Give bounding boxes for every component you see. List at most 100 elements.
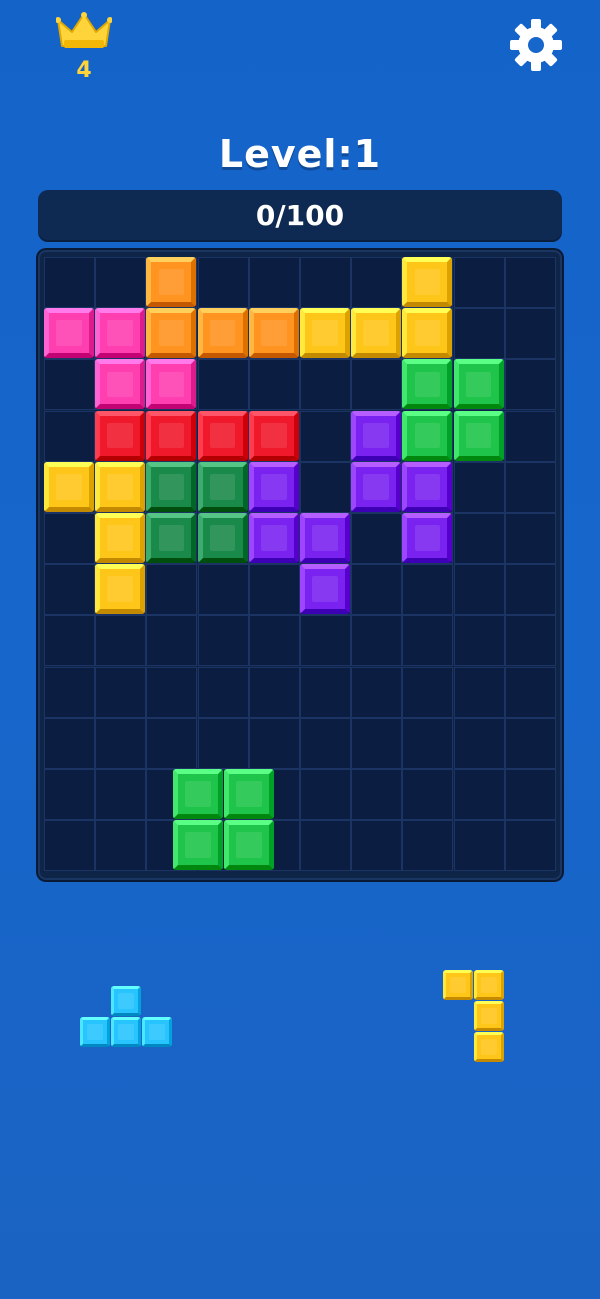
board-cell[interactable] — [300, 359, 351, 411]
board-cell[interactable] — [197, 564, 249, 616]
board-cell[interactable] — [351, 769, 403, 820]
board-cell[interactable] — [146, 615, 198, 667]
board-cell[interactable] — [402, 666, 454, 718]
board-block-dark-green — [197, 513, 248, 563]
dragging-piece-block[interactable] — [173, 769, 223, 819]
board-cell[interactable] — [248, 257, 300, 308]
board-cell[interactable] — [248, 717, 300, 769]
board-block-green — [402, 359, 453, 410]
board-block-purple — [351, 461, 402, 512]
board-cell[interactable] — [504, 410, 556, 462]
board-cell[interactable] — [402, 564, 454, 616]
board-cell[interactable] — [95, 666, 147, 718]
board-cell[interactable] — [248, 359, 300, 411]
board-block-orange — [248, 308, 299, 359]
board-cell[interactable] — [95, 769, 147, 820]
dragging-piece-block[interactable] — [173, 820, 223, 870]
board-cell[interactable] — [504, 717, 556, 769]
settings-button[interactable] — [510, 19, 562, 71]
board-block-dark-green — [197, 461, 248, 512]
board-cell[interactable] — [300, 769, 351, 820]
board-cell[interactable] — [248, 666, 300, 718]
board-cell[interactable] — [95, 820, 147, 872]
board-cell[interactable] — [44, 564, 95, 616]
board-cell[interactable] — [504, 615, 556, 667]
board-cell[interactable] — [453, 257, 505, 308]
board-cell[interactable] — [44, 615, 95, 667]
yellow-j-piece-block[interactable] — [474, 1032, 504, 1062]
board-cell[interactable] — [504, 513, 556, 564]
board-cell[interactable] — [453, 769, 505, 820]
board-cell[interactable] — [453, 461, 505, 513]
board-cell[interactable] — [95, 615, 147, 667]
game-board[interactable] — [38, 250, 562, 880]
board-cell[interactable] — [351, 513, 403, 564]
board-cell[interactable] — [351, 564, 403, 616]
board-cell[interactable] — [453, 513, 505, 564]
board-cell[interactable] — [504, 257, 556, 308]
board-cell[interactable] — [300, 461, 351, 513]
yellow-j-piece-block[interactable] — [474, 1001, 504, 1031]
board-cell[interactable] — [351, 615, 403, 667]
dragging-piece-block[interactable] — [224, 769, 274, 819]
board-cell[interactable] — [300, 820, 351, 872]
yellow-j-piece-block[interactable] — [474, 970, 504, 1000]
board-cell[interactable] — [402, 615, 454, 667]
board-cell[interactable] — [351, 257, 403, 308]
board-cell[interactable] — [351, 666, 403, 718]
board-cell[interactable] — [504, 359, 556, 411]
board-cell[interactable] — [402, 769, 454, 820]
board-cell[interactable] — [44, 513, 95, 564]
board-cell[interactable] — [504, 820, 556, 872]
board-cell[interactable] — [197, 257, 249, 308]
board-cell[interactable] — [351, 359, 403, 411]
board-cell[interactable] — [44, 666, 95, 718]
board-block-pink — [44, 308, 94, 359]
board-cell[interactable] — [300, 717, 351, 769]
board-cell[interactable] — [504, 666, 556, 718]
board-cell[interactable] — [402, 820, 454, 872]
board-cell[interactable] — [197, 666, 249, 718]
board-cell[interactable] — [504, 461, 556, 513]
cyan-t-piece-block[interactable] — [80, 1017, 110, 1047]
board-cell[interactable] — [453, 615, 505, 667]
board-cell[interactable] — [351, 820, 403, 872]
board-cell[interactable] — [351, 717, 403, 769]
board-cell[interactable] — [300, 615, 351, 667]
board-cell[interactable] — [453, 717, 505, 769]
dragging-piece-block[interactable] — [224, 820, 274, 870]
board-cell[interactable] — [453, 820, 505, 872]
cyan-t-piece-block[interactable] — [111, 1017, 141, 1047]
board-cell[interactable] — [44, 257, 95, 308]
board-cell[interactable] — [146, 717, 198, 769]
board-cell[interactable] — [95, 717, 147, 769]
board-cell[interactable] — [44, 717, 95, 769]
board-cell[interactable] — [146, 564, 198, 616]
board-cell[interactable] — [300, 410, 351, 462]
board-cell[interactable] — [44, 820, 95, 872]
board-cell[interactable] — [44, 359, 95, 411]
board-cell[interactable] — [197, 615, 249, 667]
yellow-j-piece-block[interactable] — [443, 970, 473, 1000]
board-cell[interactable] — [453, 666, 505, 718]
board-block-orange — [146, 257, 197, 307]
board-cell[interactable] — [44, 410, 95, 462]
board-cell[interactable] — [248, 615, 300, 667]
cyan-t-piece-block[interactable] — [142, 1017, 172, 1047]
board-cell[interactable] — [146, 666, 198, 718]
cyan-t-piece-block[interactable] — [111, 986, 141, 1016]
board-cell[interactable] — [197, 717, 249, 769]
board-cell[interactable] — [197, 359, 249, 411]
board-cell[interactable] — [453, 308, 505, 360]
board-cell[interactable] — [504, 769, 556, 820]
board-cell[interactable] — [300, 257, 351, 308]
board-cell[interactable] — [248, 564, 300, 616]
board-cell[interactable] — [44, 769, 95, 820]
board-cell[interactable] — [402, 717, 454, 769]
board-cell[interactable] — [504, 308, 556, 360]
board-cell[interactable] — [504, 564, 556, 616]
board-cell[interactable] — [95, 257, 147, 308]
board-cell[interactable] — [453, 564, 505, 616]
board-cell[interactable] — [300, 666, 351, 718]
board-block-green — [453, 410, 504, 461]
